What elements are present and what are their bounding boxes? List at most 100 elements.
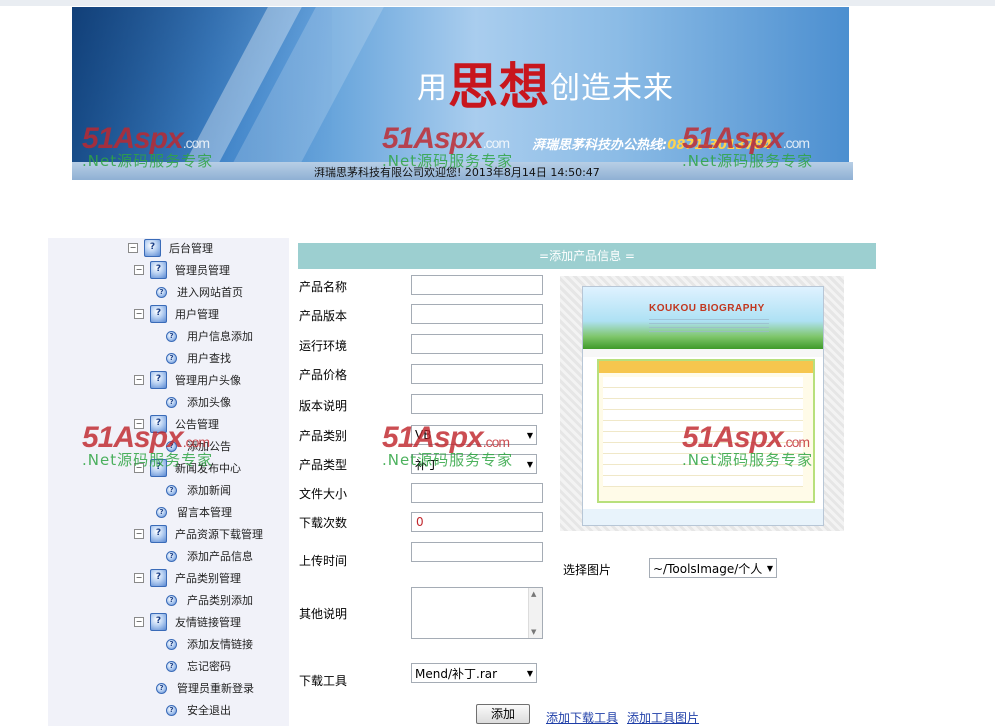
help-icon: ? — [166, 704, 177, 716]
sidebar-item-label: 留言本管理 — [177, 506, 232, 519]
sidebar-item[interactable]: ? 添加新闻 — [166, 480, 231, 500]
tree-collapse-icon[interactable]: − — [134, 375, 144, 385]
product-version-input[interactable] — [411, 304, 543, 324]
sidebar-item[interactable]: ? 管理员重新登录 — [156, 678, 254, 698]
add-download-tool-link[interactable]: 添加下载工具 — [546, 709, 618, 726]
slogan-prefix: 用 — [417, 71, 448, 106]
scroll-down-icon: ▼ — [531, 628, 537, 636]
label-download-tool: 下载工具 — [299, 674, 348, 688]
help-folder-icon: ? — [150, 459, 167, 477]
help-icon: ? — [166, 440, 177, 452]
sidebar-item[interactable]: −? 后台管理 — [128, 238, 213, 258]
sidebar-item-label: 管理员重新登录 — [177, 682, 254, 695]
sidebar-item-label: 管理用户头像 — [175, 374, 241, 387]
sidebar-item-label: 添加友情链接 — [187, 638, 253, 651]
sidebar-item[interactable]: ? 添加友情链接 — [166, 634, 253, 654]
help-folder-icon: ? — [150, 371, 167, 389]
sidebar-item[interactable]: −? 管理员管理 — [134, 260, 230, 280]
help-icon: ? — [166, 330, 177, 342]
sidebar-item-label: 公告管理 — [175, 418, 219, 431]
sidebar-item[interactable]: ? 留言本管理 — [156, 502, 232, 522]
product-name-input[interactable] — [411, 275, 543, 295]
sidebar-item[interactable]: ? 忘记密码 — [166, 656, 231, 676]
run-env-input[interactable] — [411, 334, 543, 354]
label-upload-time: 上传时间 — [299, 554, 348, 568]
label-version-desc: 版本说明 — [299, 399, 348, 413]
welcome-status-bar: 湃瑞思茅科技有限公司欢迎您! 2013年8月14日 14:50:47 — [72, 162, 853, 180]
tree-collapse-icon[interactable]: − — [134, 419, 144, 429]
label-category: 产品类别 — [299, 429, 348, 443]
tree-collapse-icon[interactable]: − — [134, 573, 144, 583]
sidebar-item-label: 新闻发布中心 — [175, 462, 241, 475]
help-folder-icon: ? — [150, 305, 167, 323]
help-icon: ? — [166, 396, 177, 408]
sidebar-item[interactable]: ? 用户信息添加 — [166, 326, 253, 346]
tree-collapse-icon[interactable]: − — [134, 617, 144, 627]
sidebar-item-label: 添加头像 — [187, 396, 231, 409]
help-folder-icon: ? — [150, 525, 167, 543]
type-select[interactable]: 补丁 ▼ — [411, 454, 537, 474]
add-button[interactable]: 添加 — [476, 704, 530, 724]
sidebar-item[interactable]: −? 用户管理 — [134, 304, 219, 324]
label-select-image: 选择图片 — [563, 563, 612, 577]
sidebar-item[interactable]: ? 进入网站首页 — [156, 282, 243, 302]
sidebar-item-label: 产品类别管理 — [175, 572, 241, 585]
help-icon: ? — [166, 660, 177, 672]
tree-collapse-icon[interactable]: − — [134, 529, 144, 539]
category-select[interactable]: VB ▼ — [411, 425, 537, 445]
sidebar-item-label: 用户查找 — [187, 352, 231, 365]
sidebar-item[interactable]: −? 公告管理 — [134, 414, 219, 434]
help-folder-icon: ? — [150, 613, 167, 631]
preview-footer — [583, 509, 823, 525]
label-price: 产品价格 — [299, 368, 348, 382]
sidebar-item[interactable]: ? 添加产品信息 — [166, 546, 253, 566]
sidebar-item-label: 后台管理 — [169, 242, 213, 255]
sidebar-item[interactable]: ? 添加头像 — [166, 392, 231, 412]
file-size-input[interactable] — [411, 483, 543, 503]
notes-textarea[interactable]: ▲ ▼ — [411, 587, 543, 639]
sidebar-item[interactable]: −? 友情链接管理 — [134, 612, 241, 632]
tree-collapse-icon[interactable]: − — [134, 309, 144, 319]
version-desc-input[interactable] — [411, 394, 543, 414]
chevron-down-icon: ▼ — [526, 668, 533, 678]
hotline-number: 0871-3013784 — [667, 138, 773, 153]
type-select-value: 补丁 — [415, 457, 440, 472]
sidebar-item[interactable]: −? 产品资源下载管理 — [134, 524, 263, 544]
tree-collapse-icon[interactable]: − — [128, 243, 138, 253]
download-tool-select[interactable]: Mend/补丁.rar ▼ — [411, 663, 537, 683]
help-icon: ? — [166, 352, 177, 364]
sidebar-item-label: 添加产品信息 — [187, 550, 253, 563]
help-icon: ? — [156, 286, 167, 298]
add-tool-image-link[interactable]: 添加工具图片 — [627, 709, 699, 726]
textarea-scrollbar[interactable]: ▲ ▼ — [528, 588, 542, 638]
label-download-count: 下载次数 — [299, 516, 348, 530]
label-type: 产品类型 — [299, 458, 348, 472]
sidebar-item-label: 用户管理 — [175, 308, 219, 321]
image-select[interactable]: ~/ToolsImage/个人 ▼ — [649, 558, 777, 578]
welcome-datetime-text: 湃瑞思茅科技有限公司欢迎您! 2013年8月14日 14:50:47 — [314, 166, 600, 179]
browser-top-strip — [0, 0, 995, 6]
upload-time-input[interactable] — [411, 542, 543, 562]
sidebar-item[interactable]: −? 管理用户头像 — [134, 370, 241, 390]
help-folder-icon: ? — [150, 261, 167, 279]
preview-page-thumbnail: KOUKOU BIOGRAPHY — [582, 286, 824, 526]
sidebar-item-label: 忘记密码 — [187, 660, 231, 673]
sidebar-item[interactable]: ? 用户查找 — [166, 348, 231, 368]
help-folder-icon: ? — [150, 569, 167, 587]
tree-collapse-icon[interactable]: − — [134, 463, 144, 473]
download-count-input[interactable]: 0 — [411, 512, 543, 532]
price-input[interactable] — [411, 364, 543, 384]
chevron-down-icon: ▼ — [526, 430, 533, 440]
sidebar-item-label: 进入网站首页 — [177, 286, 243, 299]
sidebar-item[interactable]: ? 产品类别添加 — [166, 590, 253, 610]
sidebar-nav: −? 后台管理 −? 管理员管理? 进入网站首页 −? 用户管理? 用户信息添加? 用户查找 −?… — [48, 238, 289, 726]
hotline-label: 湃瑞思茅科技办公热线: — [532, 138, 668, 153]
sidebar-item[interactable]: −? 新闻发布中心 — [134, 458, 241, 478]
label-run-env: 运行环境 — [299, 339, 348, 353]
sidebar-item[interactable]: ? 安全退出 — [166, 700, 231, 720]
sidebar-item[interactable]: ? 添加公告 — [166, 436, 231, 456]
tree-collapse-icon[interactable]: − — [134, 265, 144, 275]
help-folder-icon: ? — [150, 415, 167, 433]
sidebar-item[interactable]: −? 产品类别管理 — [134, 568, 241, 588]
help-icon: ? — [166, 484, 177, 496]
